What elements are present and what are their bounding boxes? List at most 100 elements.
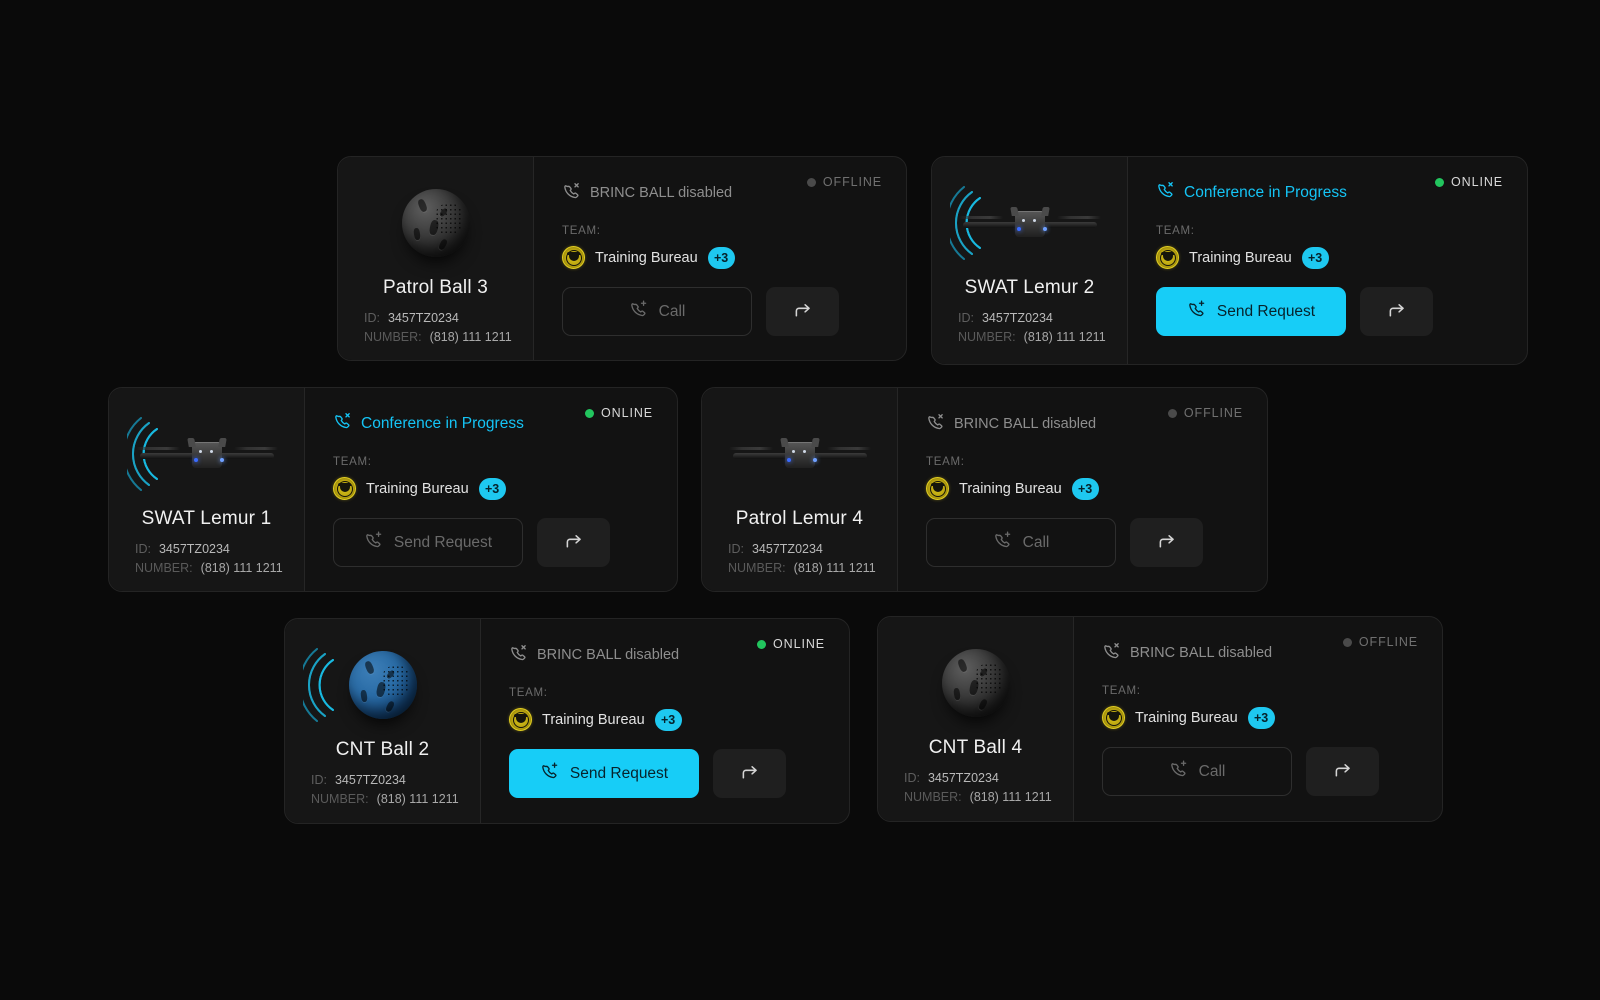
ball-speaker-grille bbox=[434, 202, 463, 235]
team-name: Training Bureau bbox=[1189, 249, 1292, 266]
device-id-label: ID: bbox=[904, 771, 920, 785]
drone-body bbox=[1014, 211, 1045, 237]
device-card[interactable]: Patrol Lemur 4 ID: 3457TZ0234 NUMBER: (8… bbox=[701, 387, 1268, 592]
card-actions: Call bbox=[926, 518, 1241, 567]
phone-add-icon bbox=[364, 531, 383, 555]
device-id-value: 3457TZ0234 bbox=[981, 311, 1053, 325]
device-number-row: NUMBER: (818) 111 1211 bbox=[135, 561, 283, 575]
device-summary-panel: Patrol Ball 3 ID: 3457TZ0234 NUMBER: (81… bbox=[338, 157, 534, 360]
team-name: Training Bureau bbox=[1135, 709, 1238, 726]
forward-arrow-icon bbox=[1386, 300, 1407, 324]
team-row: Training Bureau +3 bbox=[926, 477, 1241, 500]
device-visual bbox=[896, 639, 1056, 727]
status-badge: ONLINE bbox=[757, 637, 825, 651]
device-meta: ID: 3457TZ0234 NUMBER: (818) 111 1211 bbox=[285, 773, 480, 811]
team-seal-crest bbox=[1161, 252, 1174, 261]
device-name: Patrol Ball 3 bbox=[382, 277, 489, 298]
team-name: Training Bureau bbox=[542, 711, 645, 728]
device-summary-panel: CNT Ball 2 ID: 3457TZ0234 NUMBER: (818) … bbox=[285, 619, 481, 823]
device-detail-panel: ONLINE Conference in Progress TEAM: Trai… bbox=[1128, 157, 1527, 364]
forward-arrow-icon bbox=[563, 531, 584, 555]
device-card[interactable]: SWAT Lemur 1 ID: 3457TZ0234 NUMBER: (818… bbox=[108, 387, 678, 592]
team-row: Training Bureau +3 bbox=[509, 708, 823, 731]
action-button-label: Call bbox=[1022, 533, 1050, 551]
phone-add-icon bbox=[1187, 300, 1206, 324]
status-badge: OFFLINE bbox=[1167, 406, 1243, 420]
device-number-label: NUMBER: bbox=[728, 561, 786, 575]
ball-device-image bbox=[348, 651, 417, 719]
device-summary-panel: SWAT Lemur 2 ID: 3457TZ0234 NUMBER: (818… bbox=[932, 157, 1128, 364]
device-card[interactable]: CNT Ball 2 ID: 3457TZ0234 NUMBER: (818) … bbox=[284, 618, 850, 824]
status-badge: ONLINE bbox=[585, 406, 653, 420]
forward-button[interactable] bbox=[1306, 747, 1379, 796]
team-seal-icon bbox=[1156, 246, 1179, 269]
device-number-value: (818) 111 1211 bbox=[200, 561, 283, 575]
ball-speaker-grille bbox=[381, 664, 410, 697]
status-dot-icon bbox=[1435, 177, 1445, 187]
device-card[interactable]: Patrol Ball 3 ID: 3457TZ0234 NUMBER: (81… bbox=[337, 156, 907, 361]
forward-button[interactable] bbox=[537, 518, 610, 567]
status-dot-icon bbox=[806, 177, 816, 187]
team-heading: TEAM: bbox=[926, 456, 965, 468]
card-actions: Send Request bbox=[509, 749, 823, 798]
drone-led bbox=[193, 458, 198, 462]
team-overflow-badge[interactable]: +3 bbox=[707, 246, 735, 269]
drone-device-image bbox=[725, 426, 875, 482]
send-request-button[interactable]: Send Request bbox=[1156, 287, 1346, 336]
drone-device-image bbox=[132, 426, 282, 482]
card-actions: Send Request bbox=[333, 518, 651, 567]
card-actions: Call bbox=[1102, 747, 1416, 796]
team-overflow-badge[interactable]: +3 bbox=[1247, 706, 1275, 729]
device-id-row: ID: 3457TZ0234 bbox=[958, 311, 1101, 325]
ball-vent bbox=[952, 688, 961, 701]
forward-button[interactable] bbox=[1360, 287, 1433, 336]
team-heading: TEAM: bbox=[333, 456, 372, 468]
team-seal-icon bbox=[562, 246, 585, 269]
device-visual bbox=[356, 179, 516, 267]
team-overflow-badge[interactable]: +3 bbox=[478, 477, 506, 500]
device-card[interactable]: SWAT Lemur 2 ID: 3457TZ0234 NUMBER: (818… bbox=[931, 156, 1528, 365]
phone-missed-icon bbox=[926, 413, 945, 436]
ball-vent bbox=[428, 218, 440, 236]
phone-missed-icon bbox=[509, 644, 528, 667]
team-overflow-badge[interactable]: +3 bbox=[1301, 246, 1329, 269]
device-name: Patrol Lemur 4 bbox=[735, 508, 864, 529]
device-visual bbox=[949, 179, 1110, 267]
call-button[interactable]: Call bbox=[1102, 747, 1292, 796]
device-id-value: 3457TZ0234 bbox=[751, 542, 823, 556]
phone-missed-icon bbox=[1156, 181, 1175, 205]
team-overflow-badge[interactable]: +3 bbox=[654, 708, 682, 731]
status-badge: OFFLINE bbox=[1342, 635, 1418, 649]
drone-body bbox=[191, 442, 222, 468]
team-heading: TEAM: bbox=[562, 225, 601, 237]
device-meta: ID: 3457TZ0234 NUMBER: (818) 111 1211 bbox=[702, 542, 897, 580]
call-button[interactable]: Call bbox=[562, 287, 752, 336]
phone-missed-icon bbox=[562, 182, 581, 205]
device-number-value: (818) 111 1211 bbox=[793, 561, 876, 575]
device-id-value: 3457TZ0234 bbox=[387, 311, 459, 325]
forward-arrow-icon bbox=[739, 762, 760, 786]
drone-sensor bbox=[209, 450, 213, 453]
team-name: Training Bureau bbox=[959, 480, 1062, 497]
forward-button[interactable] bbox=[713, 749, 786, 798]
drone-propeller bbox=[958, 216, 1003, 219]
drone-propeller bbox=[135, 447, 180, 450]
status-label: OFFLINE bbox=[1358, 635, 1418, 649]
device-detail-panel: OFFLINE BRINC BALL disabled TEAM: Traini… bbox=[534, 157, 906, 360]
device-card[interactable]: CNT Ball 4 ID: 3457TZ0234 NUMBER: (818) … bbox=[877, 616, 1443, 822]
team-seal-crest bbox=[514, 714, 527, 723]
drone-sensor bbox=[198, 450, 202, 453]
status-label: OFFLINE bbox=[822, 175, 882, 189]
drone-sensor bbox=[1032, 219, 1036, 222]
device-meta: ID: 3457TZ0234 NUMBER: (818) 111 1211 bbox=[932, 311, 1127, 349]
device-name: CNT Ball 2 bbox=[335, 739, 430, 760]
team-overflow-badge[interactable]: +3 bbox=[1071, 477, 1099, 500]
team-seal-crest bbox=[338, 483, 351, 492]
team-heading: TEAM: bbox=[1102, 685, 1141, 697]
forward-button[interactable] bbox=[766, 287, 839, 336]
forward-button[interactable] bbox=[1130, 518, 1203, 567]
send-request-button[interactable]: Send Request bbox=[333, 518, 523, 567]
send-request-button[interactable]: Send Request bbox=[509, 749, 699, 798]
device-number-row: NUMBER: (818) 111 1211 bbox=[904, 790, 1052, 804]
call-button[interactable]: Call bbox=[926, 518, 1116, 567]
